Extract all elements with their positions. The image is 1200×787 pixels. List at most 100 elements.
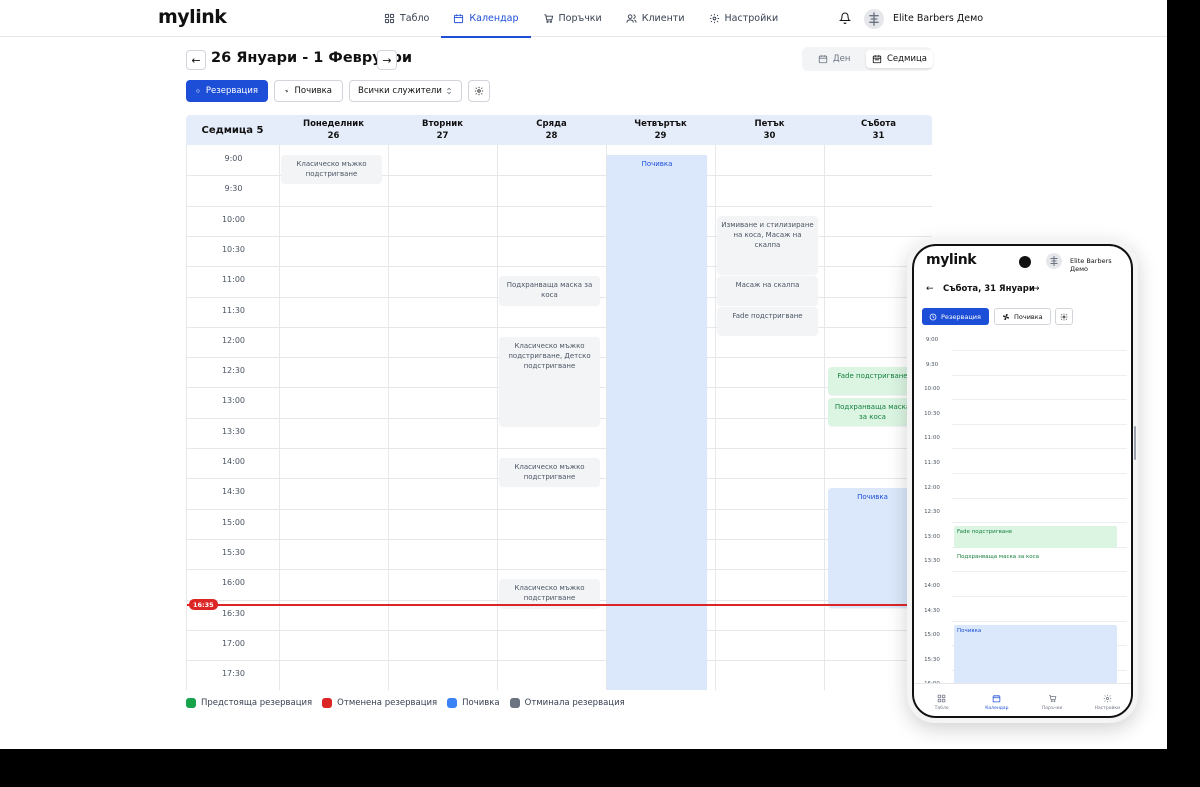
phone-tab-3[interactable]: Настройки	[1080, 684, 1131, 716]
phone-time-label: 15:30	[924, 656, 940, 663]
reservation-event[interactable]: Класическо мъжко подстригване	[499, 458, 600, 487]
time-label: 13:30	[221, 426, 246, 436]
users-icon	[626, 13, 637, 24]
fan-icon	[285, 89, 289, 93]
legend-swatch	[186, 698, 196, 708]
gear-icon	[1060, 313, 1068, 320]
calendar-icon	[818, 55, 828, 64]
view-day-button[interactable]: Ден	[812, 50, 856, 68]
bell-icon[interactable]	[839, 12, 851, 24]
nav-item-label: Календар	[469, 13, 519, 24]
day-name: Петък	[754, 119, 785, 129]
calendar-settings-button[interactable]	[468, 80, 490, 102]
nav-item-label: Настройки	[724, 13, 779, 24]
time-label: 12:00	[221, 335, 246, 345]
phone-grid-line	[952, 522, 1127, 524]
break-block[interactable]: Почивка	[828, 488, 917, 608]
legend-item: Почивка	[447, 698, 500, 708]
cart-icon	[543, 13, 554, 24]
phone-avatar[interactable]	[1046, 253, 1062, 269]
reservation-event[interactable]: Fade подстригване	[828, 367, 917, 396]
legend-label: Предстояща резервация	[201, 698, 313, 708]
day-name: Понеделник	[302, 119, 365, 129]
legend-label: Отминала резервация	[524, 698, 625, 708]
calendar-week-icon	[872, 55, 882, 64]
phone-reservation-event[interactable]: Fade подстригване	[954, 526, 1117, 549]
chevron-up-down-icon	[447, 87, 451, 95]
clock-icon	[929, 313, 937, 320]
day-name: Сряда	[536, 119, 567, 129]
calendar-grid[interactable]: 9:00 9:30 10:00 10:30 11:00 11:30 12:00 12:30 13…	[186, 145, 932, 690]
time-label: 17:30	[221, 669, 246, 679]
phone-settings-button[interactable]	[1055, 308, 1073, 325]
day-header: Събота 31	[824, 118, 933, 142]
phone-reservation-button[interactable]: Резервация	[922, 308, 989, 325]
phone-time-label: 9:00	[925, 337, 939, 343]
reservation-event[interactable]: Подхранваща маска за коса	[828, 397, 917, 426]
phone-next-day-button[interactable]: →	[1032, 284, 1040, 294]
day-number: 28	[545, 131, 558, 141]
phone-calendar-grid[interactable]: 9:00 9:30 10:00 10:30 11:00 11:30 12:00 12:30 13…	[914, 333, 1131, 683]
nav-item-4[interactable]: Настройки	[697, 0, 791, 37]
phone-logo: mylink	[926, 252, 977, 268]
legend-swatch	[509, 698, 520, 708]
view-week-button[interactable]: Седмица	[866, 50, 933, 68]
grid-line	[187, 266, 932, 268]
time-label: 10:00	[221, 214, 246, 224]
nav-item-1[interactable]: Календар	[441, 0, 531, 38]
day-number: 29	[654, 131, 667, 141]
time-label: 16:00	[221, 578, 246, 588]
reservation-event[interactable]: Масаж на скалпа	[717, 276, 818, 305]
break-label: Почивка	[294, 86, 333, 96]
phone-prev-day-button[interactable]: ←	[926, 284, 934, 294]
break-block[interactable]: Почивка	[607, 155, 707, 690]
grid-line	[187, 235, 932, 237]
phone-time-label: 11:00	[924, 435, 940, 442]
reservation-event[interactable]: Измиване и стилизиране на коса, Масаж на…	[717, 215, 818, 275]
column-line	[279, 145, 280, 690]
phone-reservation-event[interactable]: Подхранваща маска за коса	[954, 551, 1117, 574]
nav-item-2[interactable]: Поръчки	[531, 0, 614, 37]
add-reservation-button[interactable]: Резервация	[186, 80, 268, 102]
time-label: 15:00	[221, 517, 246, 527]
time-label: 9:30	[224, 184, 243, 194]
day-number: 30	[763, 131, 776, 141]
phone-screen: mylink Elite Barbers Демо ← Събота, 31 Я…	[912, 244, 1133, 718]
nav-item-3[interactable]: Клиенти	[614, 0, 697, 37]
phone-user-name[interactable]: Elite Barbers Демо	[1070, 257, 1131, 273]
staff-select[interactable]: Всички служители	[349, 80, 462, 102]
phone-break-button[interactable]: Почивка	[994, 308, 1051, 325]
barber-logo-icon	[1050, 256, 1058, 266]
add-break-button[interactable]: Почивка	[274, 80, 343, 102]
phone-tab-1[interactable]: Календар	[969, 684, 1024, 716]
avatar[interactable]	[864, 9, 884, 29]
gear-icon	[474, 86, 484, 96]
phone-time-label: 14:00	[924, 583, 940, 589]
phone-grid-line	[952, 399, 1127, 401]
grid-line	[187, 629, 932, 631]
reservation-event[interactable]: Класическо мъжко подстригване, Детско по…	[499, 336, 600, 426]
grid-icon	[937, 694, 946, 703]
user-name[interactable]: Elite Barbers Демо	[893, 13, 983, 24]
legend-swatch	[447, 698, 458, 708]
phone-grid-line	[952, 473, 1127, 474]
phone-tab-label: Календар	[985, 705, 1009, 711]
reservation-event[interactable]: Класическо мъжко подстригване	[281, 155, 382, 184]
prev-week-button[interactable]: ←	[186, 50, 206, 70]
reservation-event[interactable]: Подхранваща маска за коса	[499, 276, 600, 305]
grid-line	[187, 205, 932, 207]
phone-camera	[1019, 256, 1031, 268]
nav-item-0[interactable]: Табло	[372, 0, 441, 37]
phone-grid-line	[952, 423, 1127, 425]
next-week-button[interactable]: →	[377, 50, 397, 70]
phone-break-block[interactable]: Почивка	[954, 624, 1117, 683]
phone-tab-0[interactable]: Табло	[914, 684, 969, 716]
main-nav: Табло Календар Поръчки Клиенти Настройки	[372, 0, 791, 38]
top-bar: mylink Табло Календар Поръчки Клиенти Настро…	[0, 0, 1167, 38]
day-number: 26	[327, 131, 340, 141]
phone-tab-2[interactable]: Поръчки	[1025, 684, 1080, 716]
reservation-event[interactable]: Fade подстригване	[717, 306, 818, 335]
grid-line	[187, 508, 932, 510]
phone-scrollbar[interactable]	[1134, 426, 1136, 460]
time-label: 15:30	[221, 547, 246, 557]
